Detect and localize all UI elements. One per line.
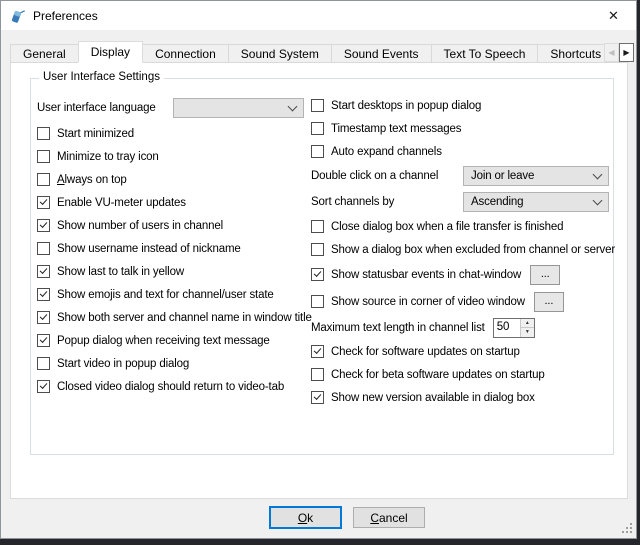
double-click-select-value: Join or leave — [471, 170, 534, 182]
checkbox-box[interactable] — [37, 288, 50, 301]
checkbox-box[interactable] — [311, 368, 324, 381]
checkbox-enable-vu-meter-updates[interactable]: Enable VU-meter updates — [37, 191, 312, 214]
sort-channels-by-select[interactable]: Ascending — [463, 192, 609, 212]
checkbox-box[interactable] — [311, 220, 324, 233]
left-settings-column: User interface language Start minimized … — [37, 94, 312, 398]
window-title: Preferences — [33, 9, 98, 23]
checkbox-show-dialog-when-excluded[interactable]: Show a dialog box when excluded from cha… — [311, 238, 621, 261]
checkbox-show-statusbar-events-in-chat-window[interactable]: Show statusbar events in chat-window ... — [311, 261, 621, 288]
spinner-value[interactable]: 50 — [494, 319, 520, 337]
checkbox-box[interactable] — [311, 122, 324, 135]
chevron-down-icon — [288, 102, 298, 112]
checkbox-box[interactable] — [311, 99, 324, 112]
double-click-row: Double click on a channel Join or leave — [311, 163, 621, 189]
tab-shortcuts[interactable]: Shortcuts — [537, 44, 614, 63]
sort-channels-label: Sort channels by — [311, 196, 463, 208]
tab-scroll-left-icon: ◀ — [604, 43, 619, 62]
preferences-dialog: Preferences ✕ General Display Connection… — [0, 0, 637, 539]
checkbox-minimize-to-tray-icon[interactable]: Minimize to tray icon — [37, 145, 312, 168]
statusbar-events-more-button[interactable]: ... — [530, 265, 560, 285]
checkbox-show-username-instead-of-nickname[interactable]: Show username instead of nickname — [37, 237, 312, 260]
double-click-label: Double click on a channel — [311, 170, 463, 182]
spin-up-icon[interactable]: ▲ — [521, 319, 534, 329]
checkbox-box[interactable] — [37, 219, 50, 232]
checkbox-box[interactable] — [37, 196, 50, 209]
checkbox-box[interactable] — [37, 150, 50, 163]
checkbox-show-server-and-channel-in-title[interactable]: Show both server and channel name in win… — [37, 306, 312, 329]
checkbox-start-desktops-in-popup-dialog[interactable]: Start desktops in popup dialog — [311, 94, 621, 117]
tab-text-to-speech[interactable]: Text To Speech — [431, 44, 539, 63]
tab-general[interactable]: General — [10, 44, 79, 63]
checkbox-box[interactable] — [37, 242, 50, 255]
checkbox-auto-expand-channels[interactable]: Auto expand channels — [311, 140, 621, 163]
checkbox-show-new-version-in-dialog-box[interactable]: Show new version available in dialog box — [311, 386, 621, 409]
tab-sound-system[interactable]: Sound System — [228, 44, 332, 63]
checkbox-popup-dialog-on-text-message[interactable]: Popup dialog when receiving text message — [37, 329, 312, 352]
title-bar[interactable]: Preferences ✕ — [1, 1, 636, 30]
checkbox-check-beta-updates-on-startup[interactable]: Check for beta software updates on start… — [311, 363, 621, 386]
right-settings-column: Start desktops in popup dialog Timestamp… — [311, 94, 621, 409]
language-row: User interface language — [37, 94, 312, 122]
resize-grip[interactable] — [622, 523, 633, 534]
maximum-text-length-label: Maximum text length in channel list — [311, 322, 485, 334]
tab-display[interactable]: Display — [78, 41, 143, 63]
checkbox-box[interactable] — [311, 345, 324, 358]
tab-sound-events[interactable]: Sound Events — [331, 44, 432, 63]
sort-channels-row: Sort channels by Ascending — [311, 189, 621, 215]
checkbox-box[interactable] — [37, 334, 50, 347]
checkbox-timestamp-text-messages[interactable]: Timestamp text messages — [311, 117, 621, 140]
maximum-text-length-row: Maximum text length in channel list 50 ▲… — [311, 315, 621, 340]
spinner-buttons: ▲ ▼ — [520, 319, 534, 337]
checkbox-box[interactable] — [311, 391, 324, 404]
checkbox-closed-video-return-to-video-tab[interactable]: Closed video dialog should return to vid… — [37, 375, 312, 398]
tab-bar: General Display Connection Sound System … — [10, 41, 628, 63]
cancel-button[interactable]: Cancel — [353, 507, 425, 528]
maximum-text-length-spinner[interactable]: 50 ▲ ▼ — [493, 318, 535, 338]
checkbox-show-source-in-corner-of-video[interactable]: Show source in corner of video window ..… — [311, 288, 621, 315]
checkbox-box[interactable] — [311, 243, 324, 256]
desktop-background: Preferences ✕ General Display Connection… — [0, 0, 640, 545]
sort-select-value: Ascending — [471, 196, 523, 208]
display-tab-page: User Interface Settings User interface l… — [10, 62, 628, 499]
checkbox-box[interactable] — [37, 311, 50, 324]
checkbox-box[interactable] — [37, 265, 50, 278]
checkbox-box[interactable] — [37, 173, 50, 186]
checkbox-box[interactable] — [37, 357, 50, 370]
tab-scroll-buttons: ◀ ▶ — [604, 43, 634, 62]
tab-connection[interactable]: Connection — [142, 44, 229, 63]
app-icon — [9, 8, 25, 24]
checkbox-show-emojis-and-text[interactable]: Show emojis and text for channel/user st… — [37, 283, 312, 306]
checkbox-box[interactable] — [311, 295, 324, 308]
language-label: User interface language — [37, 102, 173, 114]
chevron-down-icon — [593, 170, 603, 180]
checkbox-show-last-to-talk-in-yellow[interactable]: Show last to talk in yellow — [37, 260, 312, 283]
checkbox-show-number-of-users[interactable]: Show number of users in channel — [37, 214, 312, 237]
checkbox-start-minimized[interactable]: Start minimized — [37, 122, 312, 145]
chevron-down-icon — [593, 196, 603, 206]
language-select[interactable] — [173, 98, 304, 118]
close-icon[interactable]: ✕ — [591, 1, 636, 30]
checkbox-box[interactable] — [311, 145, 324, 158]
checkbox-box[interactable] — [37, 127, 50, 140]
checkbox-start-video-in-popup-dialog[interactable]: Start video in popup dialog — [37, 352, 312, 375]
tab-scroll-right-icon[interactable]: ▶ — [619, 43, 634, 62]
ok-button[interactable]: Ok — [269, 506, 342, 529]
checkbox-box[interactable] — [37, 380, 50, 393]
checkbox-always-on-top[interactable]: Always on top — [37, 168, 312, 191]
spin-down-icon[interactable]: ▼ — [521, 328, 534, 337]
group-title: User Interface Settings — [39, 71, 164, 83]
double-click-on-channel-select[interactable]: Join or leave — [463, 166, 609, 186]
checkbox-check-software-updates-on-startup[interactable]: Check for software updates on startup — [311, 340, 621, 363]
video-source-more-button[interactable]: ... — [534, 292, 564, 312]
checkbox-close-dialog-on-file-transfer-finished[interactable]: Close dialog box when a file transfer is… — [311, 215, 621, 238]
checkbox-box[interactable] — [311, 268, 324, 281]
